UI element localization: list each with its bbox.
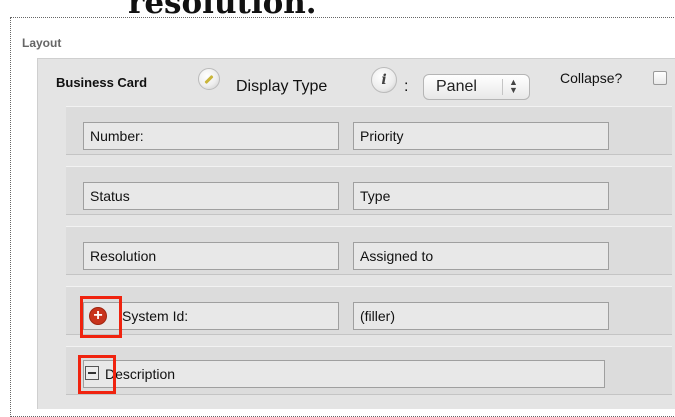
collapse-checkbox[interactable] — [653, 71, 667, 85]
layout-label: Layout — [22, 36, 62, 50]
field-number[interactable]: Number: — [83, 122, 339, 150]
colon-separator: : — [404, 78, 409, 95]
field-type[interactable]: Type — [353, 182, 609, 210]
field-assigned-to[interactable]: Assigned to — [353, 242, 609, 270]
display-type-value: Panel — [436, 78, 477, 95]
display-type-select[interactable]: Panel ▲ ▼ — [423, 74, 530, 100]
panel-title: Business Card — [56, 75, 148, 90]
field-description[interactable]: Description — [83, 360, 605, 388]
field-priority[interactable]: Priority — [353, 122, 609, 150]
field-resolution[interactable]: Resolution — [83, 242, 339, 270]
field-filler[interactable]: (filler) — [353, 302, 609, 330]
collapse-label: Collapse? — [560, 70, 623, 86]
select-divider — [502, 79, 503, 95]
display-type-label: Display Type — [236, 78, 328, 95]
select-arrows-icon: ▲ ▼ — [509, 77, 518, 95]
pencil-icon[interactable] — [198, 68, 220, 90]
info-icon[interactable]: i — [371, 67, 397, 93]
plus-highlight-box — [80, 296, 122, 338]
field-status[interactable]: Status — [83, 182, 339, 210]
minus-highlight-box — [78, 355, 116, 394]
